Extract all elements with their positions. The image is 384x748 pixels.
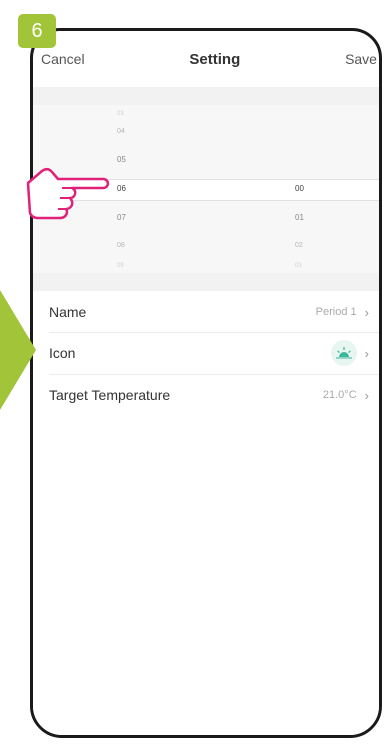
hour-option-selected[interactable]: 06 <box>117 184 126 194</box>
cancel-button[interactable]: Cancel <box>41 51 85 67</box>
empty-content-area <box>33 421 379 735</box>
hand-pointer-icon <box>26 168 110 220</box>
save-button[interactable]: Save <box>345 51 377 67</box>
minute-option-selected[interactable]: 00 <box>295 184 304 194</box>
hour-option[interactable]: 04 <box>117 127 125 137</box>
target-temperature-row[interactable]: Target Temperature 21.0°C › <box>33 376 379 414</box>
phone-frame: Cancel Setting Save 03 04 05 06 07 08 09… <box>30 28 382 738</box>
minute-option[interactable]: 02 <box>295 241 303 251</box>
minute-option[interactable]: 03 <box>295 261 302 271</box>
hour-option[interactable]: 05 <box>117 155 126 165</box>
navbar: Cancel Setting Save <box>33 31 379 87</box>
page-title: Setting <box>189 50 241 68</box>
chevron-right-icon: › <box>364 304 369 320</box>
section-spacer <box>33 87 379 105</box>
name-value: Period 1 <box>315 306 357 318</box>
divider <box>49 332 379 333</box>
icon-label: Icon <box>49 345 76 361</box>
hour-option[interactable]: 03 <box>117 109 124 119</box>
section-spacer <box>33 273 379 291</box>
hour-option[interactable]: 07 <box>117 213 126 223</box>
minute-option[interactable]: 01 <box>295 213 304 223</box>
hour-option[interactable]: 08 <box>117 241 125 251</box>
hour-option[interactable]: 09 <box>117 261 124 271</box>
target-temperature-value-group: 21.0°C › <box>323 388 369 403</box>
chevron-right-icon: › <box>364 345 369 361</box>
target-temperature-label: Target Temperature <box>49 387 171 403</box>
icon-row[interactable]: Icon › <box>33 334 379 372</box>
divider <box>49 374 379 375</box>
arrow-right-icon <box>0 290 36 410</box>
icon-value-group: › <box>330 340 369 366</box>
sunrise-icon <box>330 340 357 366</box>
name-label: Name <box>49 304 87 320</box>
chevron-right-icon: › <box>364 387 369 403</box>
name-value-group: Period 1 › <box>316 305 369 320</box>
step-badge: 6 <box>18 14 56 48</box>
target-temperature-value: 21.0°C <box>322 389 357 401</box>
name-row[interactable]: Name Period 1 › <box>33 293 379 331</box>
